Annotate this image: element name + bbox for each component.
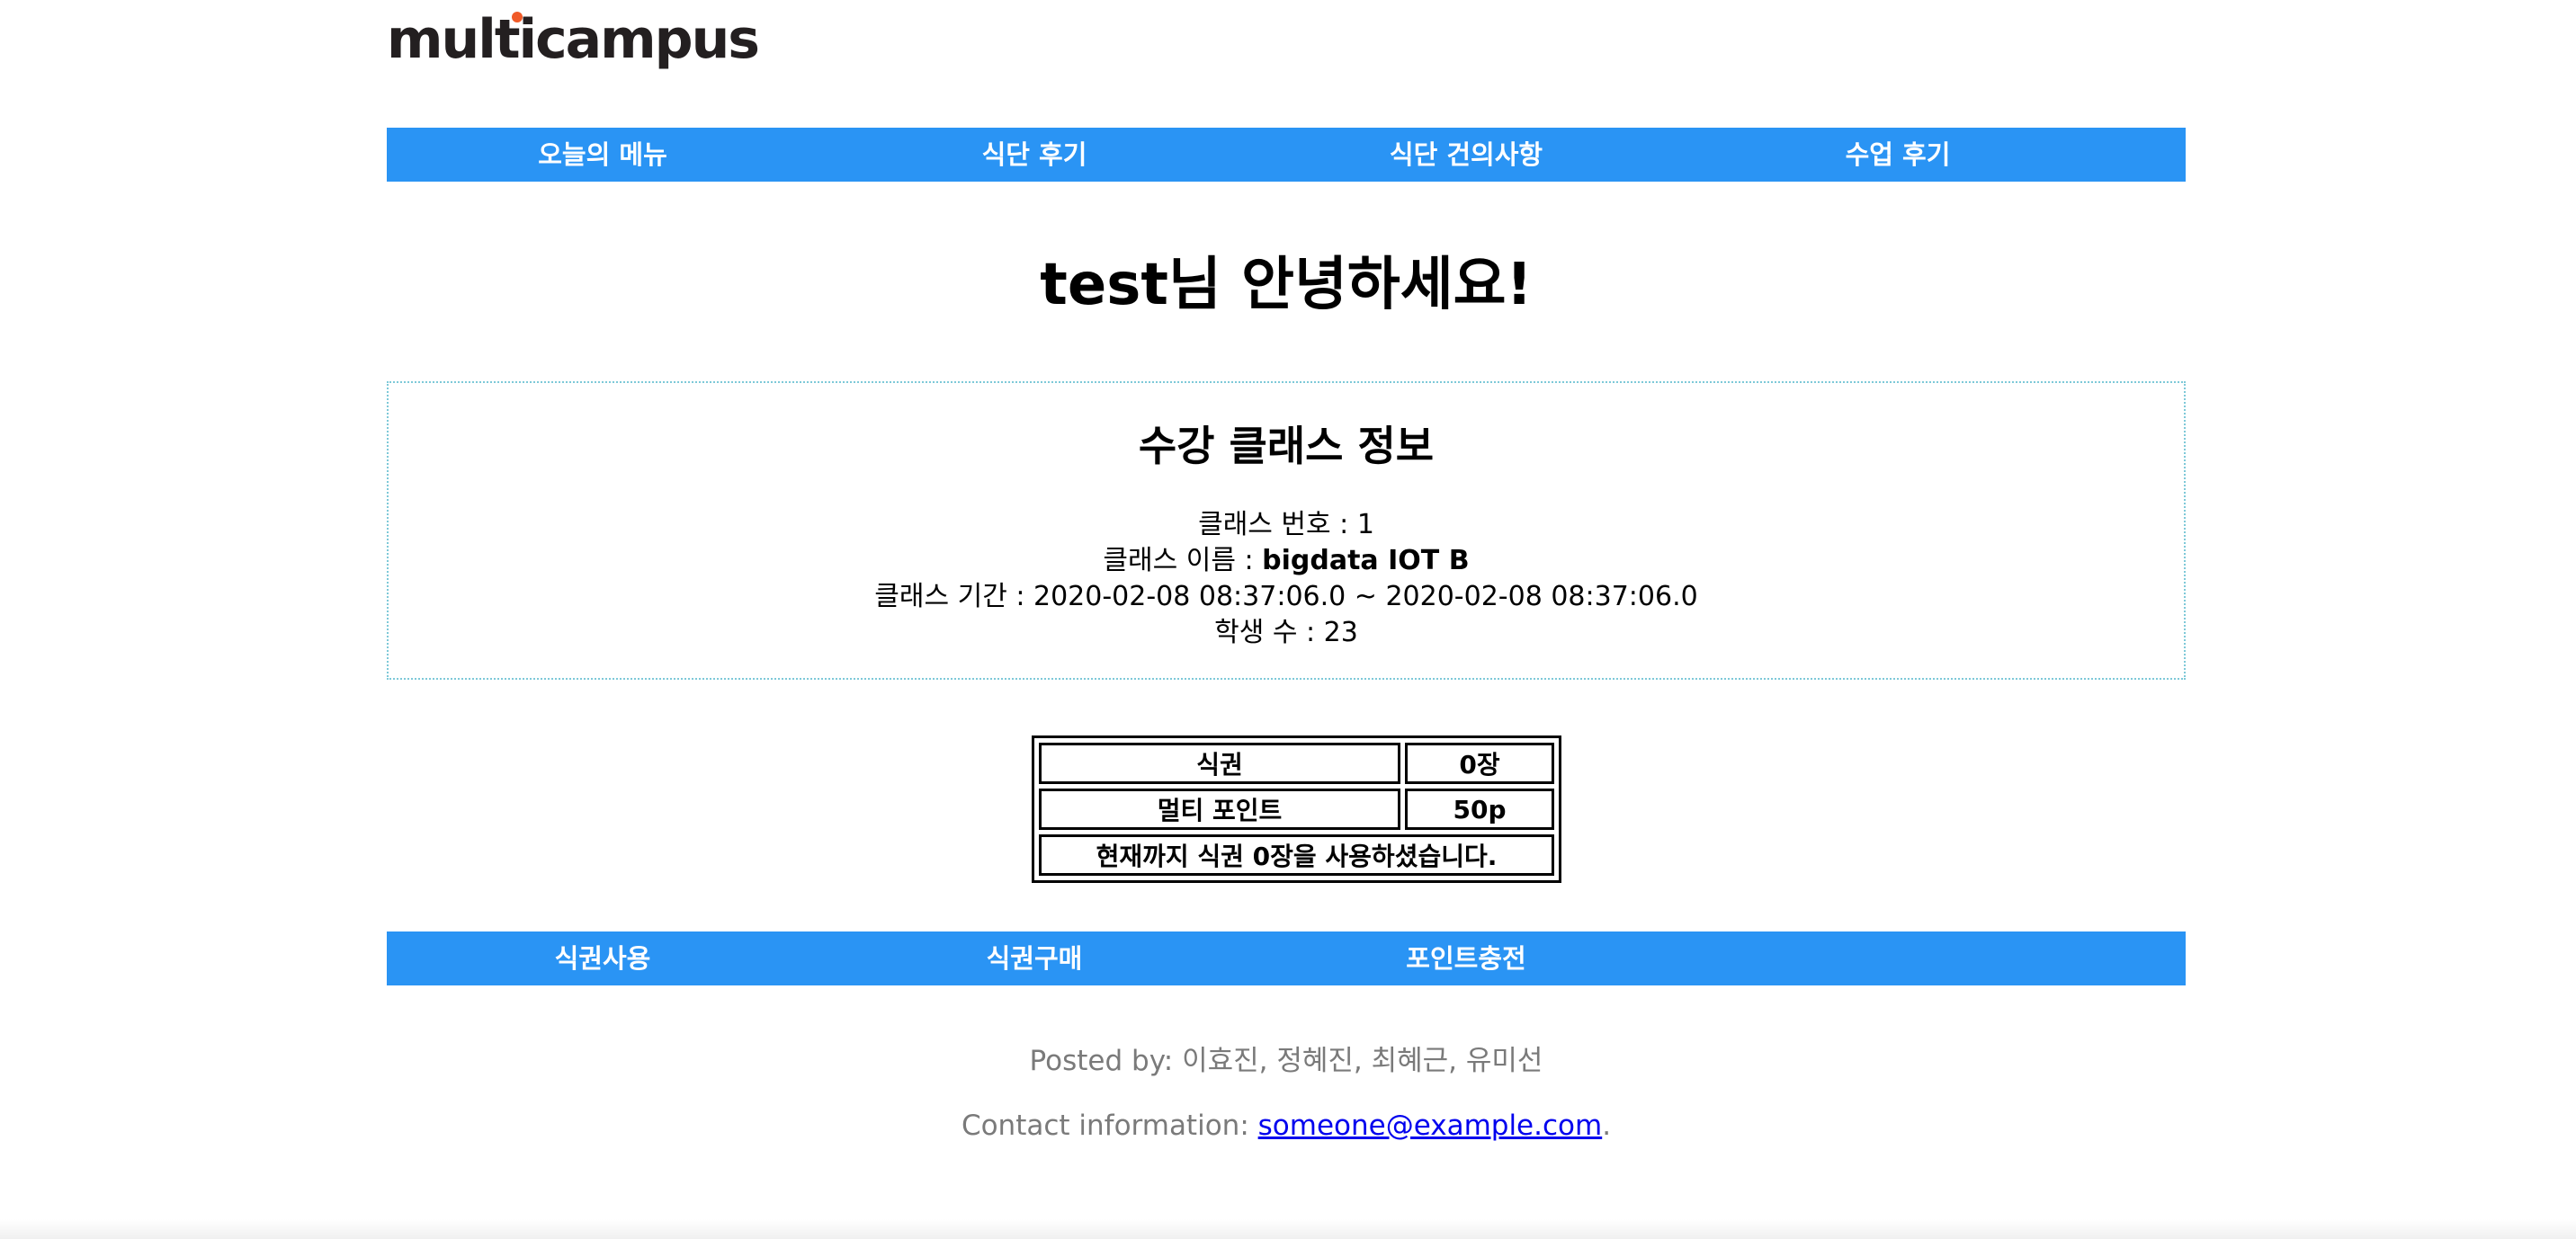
contact-label: Contact information:: [961, 1110, 1258, 1142]
contact-suffix: .: [1602, 1110, 1612, 1142]
contact-email-link[interactable]: someone@example.com: [1258, 1110, 1603, 1142]
meal-ticket-label: 식권: [1039, 743, 1400, 784]
student-count-label: 학생 수 :: [1214, 617, 1324, 648]
nav-meal-review[interactable]: 식단 후기: [818, 128, 1250, 182]
class-info-title: 수강 클래스 정보: [1138, 422, 1435, 470]
multi-point-label: 멀티 포인트: [1039, 789, 1400, 830]
contact-line: Contact information: someone@example.com…: [387, 1106, 2186, 1145]
nav-class-review[interactable]: 수업 후기: [1682, 128, 2114, 182]
class-period-line: 클래스 기간 : 2020-02-08 08:37:06.0 ~ 2020-02…: [389, 579, 2184, 615]
charge-points-button[interactable]: 포인트충전: [1250, 931, 1682, 985]
table-row: 멀티 포인트 50p: [1039, 789, 1554, 830]
greeting-heading: test님 안녕하세요!: [1040, 252, 1533, 318]
window-bottom-edge: [0, 1219, 2576, 1239]
nav-meal-suggestions[interactable]: 식단 건의사항: [1250, 128, 1682, 182]
class-name-line: 클래스 이름 : bigdata IOT B: [389, 543, 2184, 579]
student-count-line: 학생 수 : 23: [389, 615, 2184, 651]
use-ticket-button[interactable]: 식권사용: [387, 931, 818, 985]
bottom-action-bar: 식권사용 식권구매 포인트충전: [387, 931, 2186, 985]
class-period-value: 2020-02-08 08:37:06.0 ~ 2020-02-08 08:37…: [1033, 581, 1698, 612]
table-row: 식권 0장: [1039, 743, 1554, 784]
buy-ticket-button[interactable]: 식권구매: [818, 931, 1250, 985]
class-info-lines: 클래스 번호 : 1 클래스 이름 : bigdata IOT B 클래스 기간…: [389, 507, 2184, 651]
logo-text-start: mul: [387, 8, 496, 71]
top-nav-bar: 오늘의 메뉴 식단 후기 식단 건의사항 수업 후기: [387, 128, 2186, 182]
class-info-panel: 수강 클래스 정보 클래스 번호 : 1 클래스 이름 : bigdata IO…: [387, 381, 2186, 680]
class-period-label: 클래스 기간 :: [874, 581, 1033, 612]
class-number-value: 1: [1356, 509, 1374, 540]
multi-point-value: 50p: [1405, 789, 1554, 830]
meal-ticket-count: 0장: [1405, 743, 1554, 784]
class-number-line: 클래스 번호 : 1: [389, 507, 2184, 543]
multicampus-logo[interactable]: multicampus: [387, 7, 760, 72]
table-row: 현재까지 식권 0장을 사용하셨습니다.: [1039, 834, 1554, 876]
posted-by-text: Posted by: 이효진, 정혜진, 최혜근, 유미선: [1029, 1045, 1543, 1077]
student-count-value: 23: [1323, 617, 1358, 648]
nav-todays-menu[interactable]: 오늘의 메뉴: [387, 128, 818, 182]
ticket-usage-summary: 현재까지 식권 0장을 사용하셨습니다.: [1039, 834, 1554, 876]
logo-text-end: campus: [535, 8, 760, 71]
ticket-status-table: 식권 0장 멀티 포인트 50p 현재까지 식권 0장을 사용하셨습니다.: [1032, 735, 1561, 883]
class-name-value: bigdata IOT B: [1262, 545, 1470, 576]
class-name-label: 클래스 이름 :: [1103, 545, 1263, 576]
page-footer: Posted by: 이효진, 정혜진, 최혜근, 유미선 Contact in…: [387, 1041, 2186, 1145]
class-number-label: 클래스 번호 :: [1198, 509, 1357, 540]
logo-text-accent: ti: [494, 8, 537, 71]
